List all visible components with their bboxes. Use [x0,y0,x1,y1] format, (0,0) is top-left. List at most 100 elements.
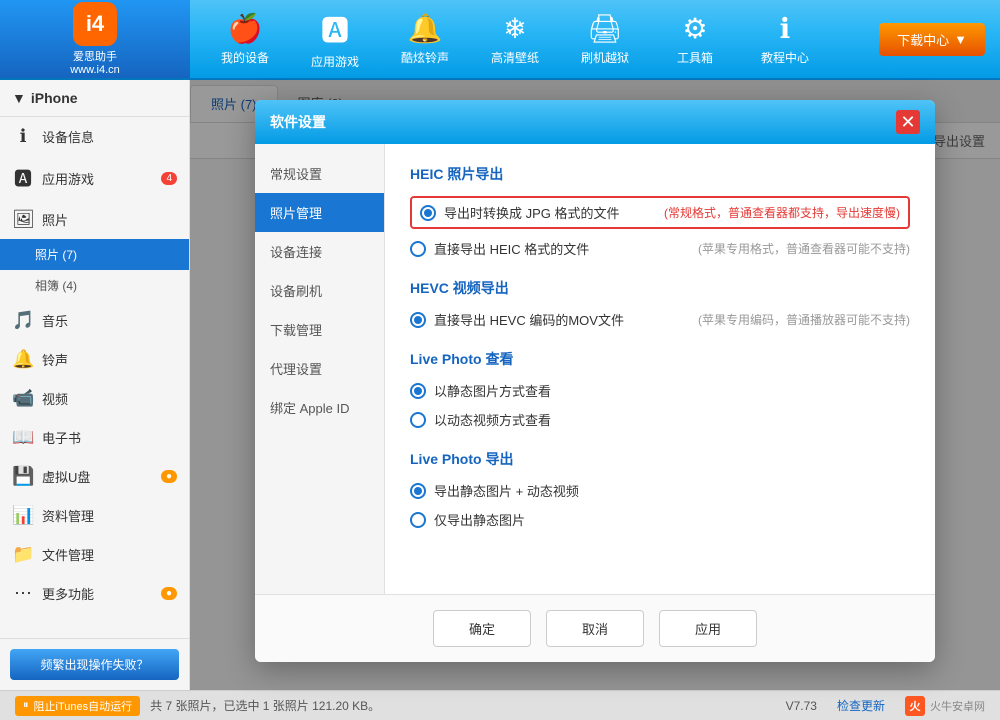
device-name: iPhone [31,90,78,106]
nav-tutorials-icon: ℹ [780,12,791,45]
hevc-radio-1[interactable] [410,312,426,328]
check-update[interactable]: 检查更新 [837,697,885,714]
dialog-close-btn[interactable]: ✕ [896,110,920,134]
heic-radio-1[interactable] [420,205,436,221]
sidebar-item-apps[interactable]: 🅰 应用游戏 4 [0,156,189,200]
sidebar-item-ebooks[interactable]: 📖 电子书 [0,418,189,457]
live-view-option-2[interactable]: 以动态视频方式查看 [410,410,910,429]
heic-section-title: HEIC 照片导出 [410,164,910,184]
dialog-title: 软件设置 [270,112,326,132]
sidebar-item-file-mgmt[interactable]: 📁 文件管理 [0,535,189,574]
ebook-icon: 📖 [12,427,34,448]
dialog-sidebar-general[interactable]: 常规设置 [255,154,384,193]
sidebar-item-videos[interactable]: 📹 视频 [0,379,189,418]
download-btn[interactable]: 下载中心 ▼ [879,23,985,56]
device-header: ▼ iPhone [0,80,189,117]
heic-option-1[interactable]: 导出时转换成 JPG 格式的文件 (常规格式，普通查看器都支持，导出速度慢) [410,196,910,229]
live-view-radio-2[interactable] [410,412,426,428]
topbar: i4 爱思助手 www.i4.cn 🍎 我的设备 🅰 应用游戏 🔔 酷炫铃声 ❄… [0,0,1000,80]
live-export-option-1[interactable]: 导出静态图片 + 动态视频 [410,481,910,500]
dialog-footer: 确定 取消 应用 [255,594,935,662]
version: V7.73 [786,699,817,713]
stop-icon: ⏸ [23,699,29,712]
expand-icon: ▼ [12,90,26,106]
nav-toolbox-icon: ⚙ [682,12,707,45]
hevc-option-1[interactable]: 直接导出 HEVC 编码的MOV文件 (苹果专用编码，普通播放器可能不支持) [410,310,910,329]
settings-dialog: 软件设置 ✕ 常规设置 照片管理 设备连接 [255,100,935,662]
stop-itunes-btn[interactable]: ⏸ 阻止iTunes自动运行 [15,696,140,716]
nav-apps-icon: 🅰 [321,9,349,49]
sidebar-item-device-info[interactable]: ℹ 设备信息 [0,117,189,156]
apps-badge: 4 [161,172,177,185]
brand-watermark: 火 火牛安卓网 [905,696,985,716]
live-view-radio-1[interactable] [410,383,426,399]
dialog-sidebar-photo-mgmt[interactable]: 照片管理 [255,193,384,232]
dialog-sidebar-download[interactable]: 下载管理 [255,310,384,349]
sidebar-item-ringtones[interactable]: 🔔 铃声 [0,340,189,379]
logo-area: i4 爱思助手 www.i4.cn [0,0,190,78]
nav-tutorials[interactable]: ℹ 教程中心 [740,4,830,74]
device-info-icon: ℹ [12,126,34,147]
nav-wallpaper-icon: ❄ [503,12,526,45]
dialog-sidebar: 常规设置 照片管理 设备连接 设备刷机 下载管理 [255,144,385,594]
nav-toolbox[interactable]: ⚙ 工具箱 [650,4,740,74]
dialog-sidebar-apple-id[interactable]: 绑定 Apple ID [255,388,384,427]
live-view-radio-group: 以静态图片方式查看 以动态视频方式查看 [410,381,910,429]
statusbar-right: V7.73 检查更新 火 火牛安卓网 [786,696,985,716]
sidebar: ▼ iPhone ℹ 设备信息 🅰 应用游戏 4 🖼 照片 照片 (7) 相簿 … [0,80,190,690]
hevc-section-title: HEVC 视频导出 [410,278,910,298]
live-view-option-1[interactable]: 以静态图片方式查看 [410,381,910,400]
dialog-overlay: 软件设置 ✕ 常规设置 照片管理 设备连接 [190,80,1000,690]
apply-btn[interactable]: 应用 [659,610,757,647]
dialog-sidebar-device-flash[interactable]: 设备刷机 [255,271,384,310]
sidebar-item-data-mgmt[interactable]: 📊 资料管理 [0,496,189,535]
live-export-radio-1[interactable] [410,483,426,499]
live-view-section-title: Live Photo 查看 [410,349,910,369]
heic-radio-2[interactable] [410,241,426,257]
download-icon: ▼ [954,32,967,47]
video-icon: 📹 [12,388,34,409]
photo-info: 共 7 张照片，已选中 1 张照片 121.20 KB。 [150,697,380,714]
nav-ringtones-icon: 🔔 [408,12,443,45]
nav-apps[interactable]: 🅰 应用游戏 [290,4,380,74]
music-icon: 🎵 [12,310,34,331]
sidebar-item-virtual-disk[interactable]: 💾 虚拟U盘 ● [0,457,189,496]
more-icon: ⋯ [12,583,34,604]
live-export-radio-2[interactable] [410,512,426,528]
nav-device-icon: 🍎 [228,12,263,45]
live-export-option-2[interactable]: 仅导出静态图片 [410,510,910,529]
statusbar: ⏸ 阻止iTunes自动运行 共 7 张照片，已选中 1 张照片 121.20 … [0,690,1000,720]
app-name: 爱思助手 [73,48,117,64]
dialog-sidebar-device-conn[interactable]: 设备连接 [255,232,384,271]
dialog-body: 常规设置 照片管理 设备连接 设备刷机 下载管理 [255,144,935,594]
confirm-btn[interactable]: 确定 [433,610,531,647]
brand-icon: 火 [905,696,925,716]
live-export-radio-group: 导出静态图片 + 动态视频 仅导出静态图片 [410,481,910,529]
data-icon: 📊 [12,505,34,526]
content-area: 照片 (7) 图库 (0) ⚙ 导出设置 软件设置 ✕ [190,80,1000,690]
statusbar-left: ⏸ 阻止iTunes自动运行 共 7 张照片，已选中 1 张照片 121.20 … [15,696,380,716]
disk-icon: 💾 [12,466,34,487]
nav-wallpapers[interactable]: ❄ 高清壁纸 [470,4,560,74]
dialog-sidebar-proxy[interactable]: 代理设置 [255,349,384,388]
freq-btn[interactable]: 频繁出现操作失败？ [10,649,179,680]
more-badge: ● [161,587,177,600]
main-container: ▼ iPhone ℹ 设备信息 🅰 应用游戏 4 🖼 照片 照片 (7) 相簿 … [0,80,1000,690]
nav-my-device[interactable]: 🍎 我的设备 [200,4,290,74]
cancel-btn[interactable]: 取消 [546,610,644,647]
sidebar-item-album-sub[interactable]: 相簿 (4) [0,270,189,301]
photos-icon: 🖼 [12,209,34,230]
sidebar-bottom: 频繁出现操作失败？ [0,638,189,690]
nav-ringtones[interactable]: 🔔 酷炫铃声 [380,4,470,74]
dialog-title-bar: 软件设置 ✕ [255,100,935,144]
nav-jailbreak[interactable]: 🖨 刷机越狱 [560,4,650,74]
sidebar-item-more[interactable]: ⋯ 更多功能 ● [0,574,189,613]
app-url: www.i4.cn [70,64,120,76]
live-export-section-title: Live Photo 导出 [410,449,910,469]
sidebar-item-photos-sub[interactable]: 照片 (7) [0,239,189,270]
heic-option-2[interactable]: 直接导出 HEIC 格式的文件 (苹果专用格式，普通查看器可能不支持) [410,239,910,258]
apps-icon: 🅰 [12,165,34,191]
nav-items: 🍎 我的设备 🅰 应用游戏 🔔 酷炫铃声 ❄ 高清壁纸 🖨 刷机越狱 ⚙ 工具箱… [190,0,879,78]
sidebar-item-music[interactable]: 🎵 音乐 [0,301,189,340]
sidebar-item-photos[interactable]: 🖼 照片 [0,200,189,239]
